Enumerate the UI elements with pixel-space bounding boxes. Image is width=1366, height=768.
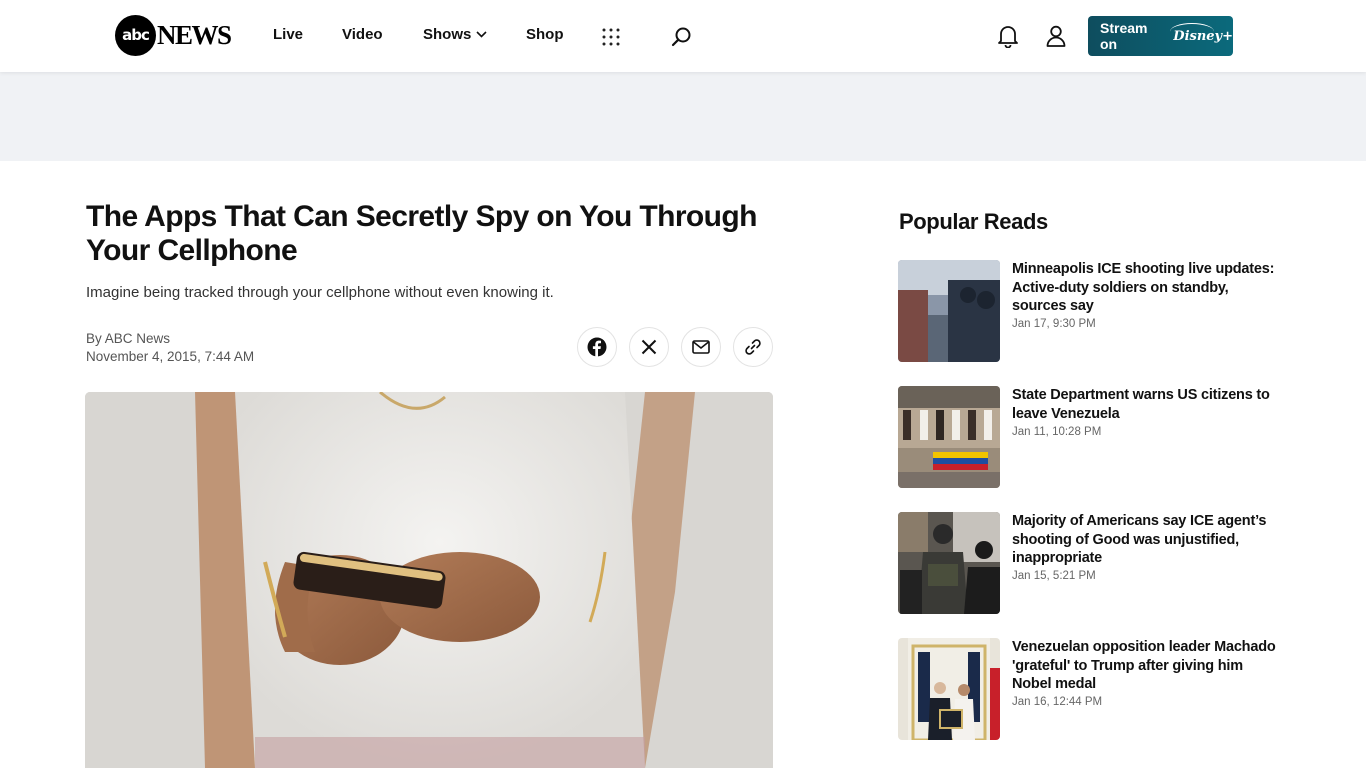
article-hero-image <box>85 392 773 768</box>
share-facebook-button[interactable] <box>577 327 617 367</box>
article-headline: The Apps That Can Secretly Spy on You Th… <box>86 200 757 267</box>
search-icon[interactable] <box>671 26 693 48</box>
stream-on-disney-button[interactable]: Stream on Disney+ <box>1088 16 1233 56</box>
popular-read-thumbnail <box>898 638 1000 740</box>
chevron-down-icon <box>476 31 487 38</box>
article-dek: Imagine being tracked through your cellp… <box>86 284 554 301</box>
popular-read-title: Minneapolis ICE shooting live updates: A… <box>1012 261 1275 314</box>
popular-read-time: Jan 15, 5:21 PM <box>1012 570 1096 582</box>
logo-circle: abc <box>115 14 156 56</box>
disney-plus-logo: Disney+ <box>1170 22 1233 44</box>
nav-video[interactable]: Video <box>342 26 383 43</box>
ad-placeholder <box>0 72 1366 161</box>
popular-read-title: State Department warns US citizens to le… <box>1012 387 1270 422</box>
popular-read-item[interactable]: State Department warns US citizens to le… <box>898 386 1278 488</box>
nav-shows-label: Shows <box>423 26 472 43</box>
copy-link-button[interactable] <box>733 327 773 367</box>
article-date: November 4, 2015, 7:44 AM <box>86 349 255 364</box>
article-byline[interactable]: By ABC News <box>86 331 170 346</box>
popular-read-time: Jan 16, 12:44 PM <box>1012 696 1103 708</box>
popular-read-title: Venezuelan opposition leader Machado 'gr… <box>1012 639 1276 692</box>
popular-read-thumbnail <box>898 260 1000 362</box>
popular-read-thumbnail <box>898 386 1000 488</box>
facebook-icon <box>587 337 607 357</box>
popular-read-thumbnail <box>898 512 1000 614</box>
grid-icon[interactable] <box>602 28 620 46</box>
nav-shows[interactable]: Shows <box>423 26 487 43</box>
share-x-button[interactable] <box>629 327 669 367</box>
popular-read-time: Jan 11, 10:28 PM <box>1012 426 1102 438</box>
logo-text: NEWS <box>157 19 232 50</box>
link-icon <box>745 339 761 355</box>
abc-news-logo[interactable]: abc NEWS <box>115 14 232 56</box>
popular-reads-heading: Popular Reads <box>899 209 1048 234</box>
x-icon <box>641 339 657 355</box>
popular-read-title: Majority of Americans say ICE agent’s sh… <box>1012 513 1267 566</box>
stream-label: Stream on <box>1100 20 1148 52</box>
bell-icon[interactable] <box>997 24 1019 48</box>
share-email-button[interactable] <box>681 327 721 367</box>
nav-shop[interactable]: Shop <box>526 26 564 43</box>
popular-read-time: Jan 17, 9:30 PM <box>1012 318 1096 330</box>
popular-read-item[interactable]: Majority of Americans say ICE agent’s sh… <box>898 512 1278 614</box>
popular-read-item[interactable]: Venezuelan opposition leader Machado 'gr… <box>898 638 1278 740</box>
mail-icon <box>692 340 710 354</box>
site-header: abc NEWS Live Video Shows Shop Stream on… <box>0 0 1366 72</box>
user-icon[interactable] <box>1045 24 1067 48</box>
hero-photo-illustration <box>85 392 773 768</box>
nav-live[interactable]: Live <box>273 26 303 43</box>
popular-read-item[interactable]: Minneapolis ICE shooting live updates: A… <box>898 260 1278 362</box>
